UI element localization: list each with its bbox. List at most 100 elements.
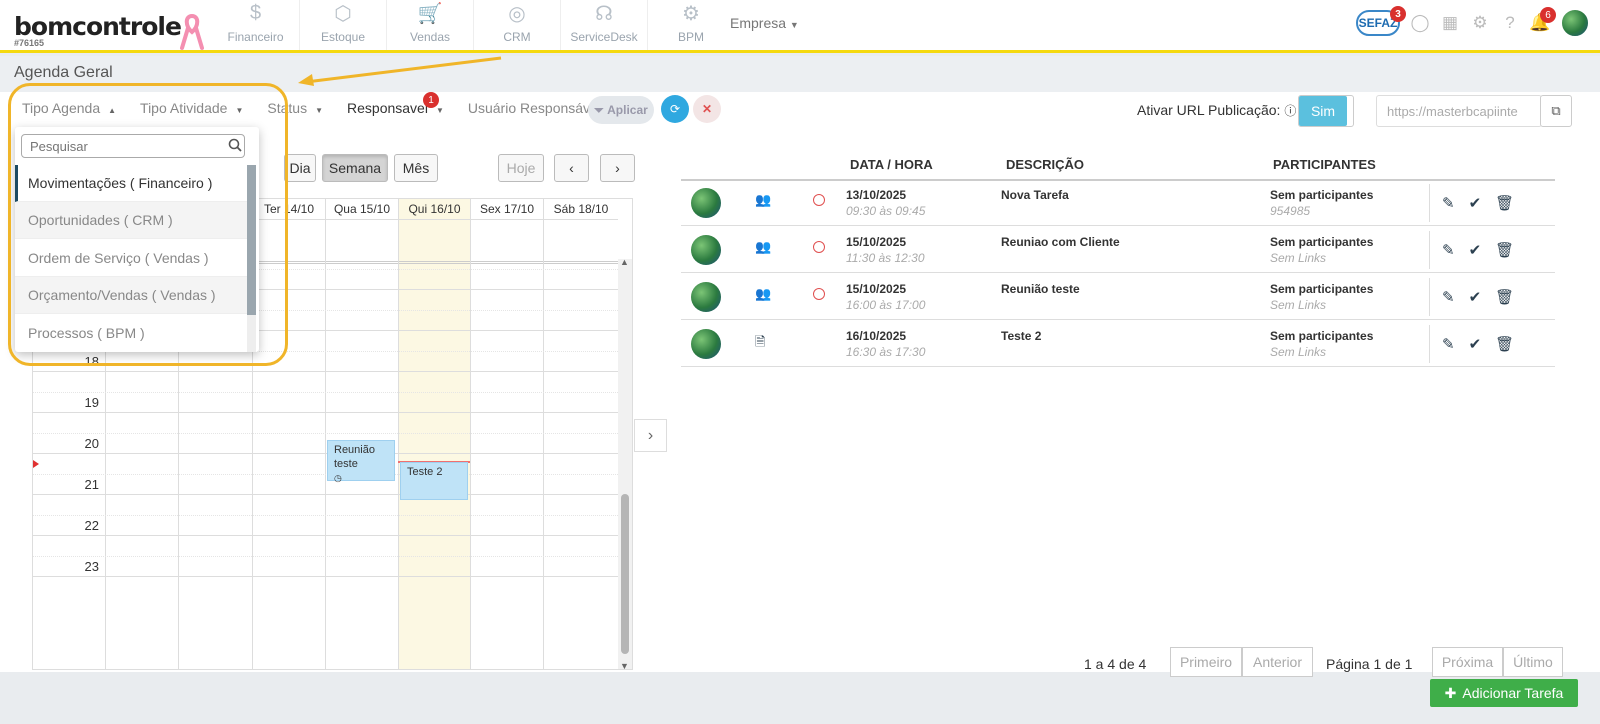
- scroll-thumb[interactable]: [621, 494, 629, 654]
- view-month-button[interactable]: Mês: [394, 154, 438, 182]
- copy-icon: ⧉: [1551, 103, 1561, 118]
- task-row[interactable]: 🗎 16/10/2025 16:30 às 17:30 Teste 2 Sem part…: [681, 321, 1555, 367]
- prev-week-button[interactable]: ‹: [554, 154, 589, 182]
- task-participants: Sem participantes: [1270, 235, 1374, 249]
- module-crm[interactable]: ◎ CRM: [473, 0, 560, 50]
- clock-icon: [813, 241, 825, 253]
- module-vendas[interactable]: 🛒 Vendas: [386, 0, 473, 50]
- refresh-button[interactable]: ⟳: [661, 95, 689, 123]
- task-time: 16:00 às 17:00: [846, 298, 926, 312]
- calendar-scrollbar[interactable]: ▲ ▼: [618, 257, 632, 671]
- task-actions: ✎ ✔ 🗑: [1429, 231, 1514, 269]
- task-row[interactable]: 👥 15/10/2025 11:30 às 12:30 Reuniao com Cli…: [681, 227, 1555, 273]
- plus-icon: ✚: [1444, 684, 1457, 701]
- task-description: Reuniao com Cliente: [1001, 235, 1120, 249]
- task-description: Nova Tarefa: [1001, 188, 1069, 202]
- clear-filters-button[interactable]: ✕: [693, 95, 721, 123]
- module-estoque[interactable]: ⬡ Estoque: [299, 0, 386, 50]
- col-header-data: DATA / HORA: [850, 157, 933, 172]
- copy-url-button[interactable]: ⧉: [1540, 95, 1572, 127]
- info-icon: ⓘ: [1284, 104, 1297, 118]
- calendar-icon[interactable]: ▦: [1440, 13, 1460, 33]
- trash-icon[interactable]: 🗑: [1495, 288, 1514, 306]
- task-links: Sem Links: [1270, 251, 1327, 265]
- half-hour-line: [33, 474, 618, 475]
- next-page-button[interactable]: Próxima: [1432, 647, 1503, 677]
- check-icon[interactable]: ✔: [1469, 335, 1482, 353]
- user-avatar[interactable]: [1560, 8, 1590, 38]
- edit-icon[interactable]: ✎: [1442, 288, 1455, 306]
- check-icon[interactable]: ✔: [1469, 241, 1482, 259]
- task-description: Teste 2: [1001, 329, 1042, 343]
- day-header: Qua 15/10: [325, 199, 398, 219]
- edit-icon[interactable]: ✎: [1442, 194, 1455, 212]
- whatsapp-icon[interactable]: ◯: [1410, 13, 1430, 33]
- filter-icon: ⏷: [594, 102, 604, 117]
- url-publicacao-input[interactable]: [1376, 95, 1542, 127]
- edit-icon[interactable]: ✎: [1442, 335, 1455, 353]
- network-icon: ⚙: [682, 2, 700, 25]
- check-icon[interactable]: ✔: [1469, 288, 1482, 306]
- trash-icon[interactable]: 🗑: [1495, 194, 1514, 212]
- close-icon: ✕: [701, 102, 713, 116]
- today-button[interactable]: Hoje: [498, 154, 544, 182]
- view-week-button[interactable]: Semana: [322, 154, 388, 182]
- task-actions: ✎ ✔ 🗑: [1429, 325, 1514, 363]
- task-actions: ✎ ✔ 🗑: [1429, 278, 1514, 316]
- task-time: 09:30 às 09:45: [846, 204, 926, 218]
- pink-ribbon-icon: [180, 13, 204, 50]
- group-icon: 👥: [755, 286, 772, 301]
- notification-badge: 6: [1540, 7, 1556, 23]
- half-hour-line: [33, 556, 618, 557]
- top-navbar: bomcontrole #76165 $ Financeiro ⬡ Estoque …: [0, 0, 1600, 53]
- url-publicacao-toggle[interactable]: Sim: [1298, 95, 1354, 127]
- scroll-down-icon[interactable]: ▼: [620, 661, 629, 671]
- edit-icon[interactable]: ✎: [1442, 241, 1455, 259]
- gear-icon[interactable]: ⚙: [1470, 13, 1490, 33]
- scroll-up-icon[interactable]: ▲: [620, 257, 629, 267]
- clock-icon: [813, 194, 825, 206]
- cart-icon: 🛒: [417, 2, 443, 25]
- add-task-button[interactable]: ✚ Adicionar Tarefa: [1430, 679, 1578, 707]
- help-icon[interactable]: ?: [1500, 13, 1520, 33]
- next-week-button[interactable]: ›: [600, 154, 635, 182]
- task-time: 11:30 às 12:30: [846, 251, 925, 265]
- chevron-left-icon: ‹: [569, 160, 574, 176]
- task-avatar: [691, 188, 721, 218]
- col-header-descricao: DESCRIÇÃO: [1006, 157, 1085, 172]
- module-financeiro[interactable]: $ Financeiro: [212, 0, 299, 50]
- trash-icon[interactable]: 🗑: [1495, 241, 1514, 259]
- prev-page-button[interactable]: Anterior: [1242, 647, 1313, 677]
- grid-vline: [325, 219, 326, 669]
- filter-responsavel[interactable]: Responsavel 1 ▼: [347, 92, 444, 116]
- trash-icon[interactable]: 🗑: [1495, 335, 1514, 353]
- toggle-panel-button[interactable]: ›: [634, 419, 667, 452]
- task-description: Reunião teste: [1001, 282, 1080, 296]
- module-servicedesk[interactable]: ☊ ServiceDesk: [560, 0, 647, 50]
- page-indicator: Página 1 de 1: [1326, 656, 1413, 672]
- caret-down-icon: ▼: [315, 106, 324, 115]
- task-avatar: [691, 282, 721, 312]
- first-page-button[interactable]: Primeiro: [1170, 647, 1242, 677]
- module-bpm[interactable]: ⚙ BPM: [647, 0, 734, 50]
- hour-label: 22: [84, 518, 99, 533]
- grid-vline: [470, 219, 471, 669]
- task-participants: Sem participantes: [1270, 329, 1374, 343]
- task-avatar: [691, 235, 721, 265]
- task-row[interactable]: 👥 15/10/2025 16:00 às 17:00 Reunião teste Se…: [681, 274, 1555, 320]
- logo: bomcontrole: [14, 12, 182, 41]
- hour-label: 20: [84, 436, 99, 451]
- aplicar-button[interactable]: ⏷ Aplicar: [588, 96, 654, 124]
- task-row[interactable]: 👥 13/10/2025 09:30 às 09:45 Nova Tarefa Sem …: [681, 180, 1555, 226]
- page-title: Agenda Geral: [14, 64, 113, 81]
- group-icon: 👥: [755, 192, 772, 207]
- view-day-button[interactable]: Dia: [284, 154, 316, 182]
- empresa-dropdown[interactable]: Empresa ▼: [730, 15, 799, 31]
- task-date: 16/10/2025: [846, 329, 907, 343]
- check-icon[interactable]: ✔: [1469, 194, 1482, 212]
- bell-icon[interactable]: 🔔 6: [1529, 7, 1556, 33]
- sefaz-button[interactable]: SEFAZ 3: [1356, 6, 1406, 36]
- last-page-button[interactable]: Último: [1503, 647, 1563, 677]
- calendar-event[interactable]: Reunião teste ◷: [327, 440, 395, 483]
- calendar-event[interactable]: Teste 2: [400, 462, 468, 500]
